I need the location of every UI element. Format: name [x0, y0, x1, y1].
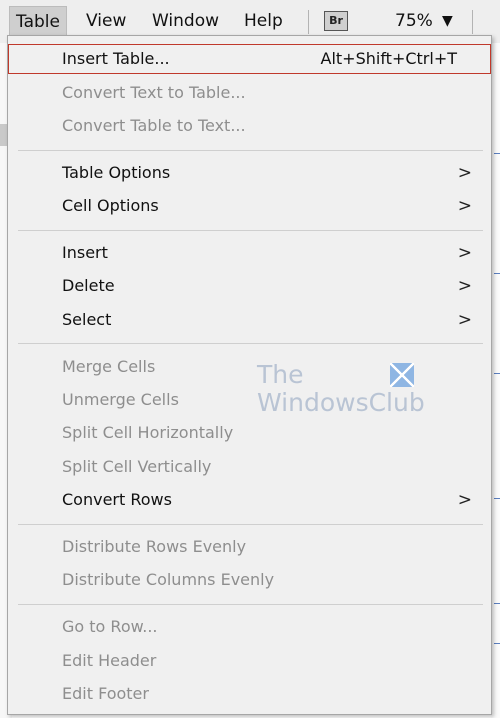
menu-item-label: Insert — [62, 243, 108, 262]
menu-window[interactable]: Window — [146, 6, 225, 36]
menu-item-cell-options[interactable]: Cell Options > — [8, 191, 491, 221]
menu-item-label: Convert Table to Text... — [62, 116, 246, 135]
menu-separator — [18, 150, 483, 151]
chevron-right-icon: > — [457, 243, 472, 263]
menu-item-label: Split Cell Horizontally — [62, 423, 234, 442]
chevron-right-icon: > — [457, 163, 472, 183]
bridge-icon[interactable]: Br — [324, 11, 348, 31]
menu-item-label: Edit Header — [62, 651, 157, 670]
menu-item-label: Table Options — [62, 163, 171, 182]
menu-separator — [18, 230, 483, 231]
menu-item-convert-table-to-text[interactable]: Convert Table to Text... — [8, 111, 491, 141]
menu-item-table-options[interactable]: Table Options > — [8, 158, 491, 188]
menu-item-label: Unmerge Cells — [62, 390, 179, 409]
watermark-line2: WindowsClub — [257, 388, 425, 417]
chevron-right-icon: > — [457, 310, 472, 330]
menu-item-label: Insert Table... — [62, 49, 170, 68]
menu-item-label: Convert Rows — [62, 490, 172, 509]
menu-item-convert-text-to-table[interactable]: Convert Text to Table... — [8, 78, 491, 108]
menu-item-split-cell-vertically[interactable]: Split Cell Vertically — [8, 452, 491, 482]
menu-item-distribute-columns-evenly[interactable]: Distribute Columns Evenly — [8, 565, 491, 595]
menu-item-label: Split Cell Vertically — [62, 457, 212, 476]
menu-item-label: Select — [62, 310, 112, 329]
menu-separator — [18, 524, 483, 525]
menu-help[interactable]: Help — [238, 6, 289, 36]
menu-separator — [18, 343, 483, 344]
menu-item-convert-rows[interactable]: Convert Rows > — [8, 485, 491, 515]
zoom-dropdown-icon[interactable]: ▼ — [442, 6, 453, 36]
menu-item-delete[interactable]: Delete > — [8, 271, 491, 301]
shortcut-label: Alt+Shift+Ctrl+T — [320, 49, 458, 68]
menu-item-label: Delete — [62, 276, 115, 295]
chevron-right-icon: > — [457, 196, 472, 216]
windows-logo-icon — [390, 363, 414, 387]
menu-item-label: Cell Options — [62, 196, 159, 215]
menu-item-label: Convert Text to Table... — [62, 83, 246, 102]
menu-item-go-to-row[interactable]: Go to Row... — [8, 612, 491, 642]
menu-separator — [18, 604, 483, 605]
menu-view[interactable]: View — [80, 6, 132, 36]
menu-item-label: Distribute Rows Evenly — [62, 537, 247, 556]
chevron-right-icon: > — [457, 276, 472, 296]
watermark-line1: The — [257, 360, 304, 389]
menu-item-select[interactable]: Select > — [8, 305, 491, 335]
menu-item-edit-footer[interactable]: Edit Footer — [8, 679, 491, 709]
menu-item-split-cell-horizontally[interactable]: Split Cell Horizontally — [8, 418, 491, 448]
menu-item-distribute-rows-evenly[interactable]: Distribute Rows Evenly — [8, 532, 491, 562]
menu-item-label: Edit Footer — [62, 684, 149, 703]
menu-item-label: Distribute Columns Evenly — [62, 570, 275, 589]
menu-item-insert[interactable]: Insert > — [8, 238, 491, 268]
zoom-level[interactable]: 75% — [395, 6, 433, 36]
watermark: The WindowsClub — [250, 360, 425, 420]
menu-item-label: Merge Cells — [62, 357, 156, 376]
menubar-divider — [308, 10, 309, 34]
menu-table[interactable]: Table — [9, 6, 67, 36]
menu-item-label: Go to Row... — [62, 617, 158, 636]
menubar-divider — [472, 10, 473, 34]
menu-item-insert-table[interactable]: Insert Table... Alt+Shift+Ctrl+T — [8, 44, 491, 74]
chevron-right-icon: > — [457, 490, 472, 510]
document-background-right — [491, 43, 500, 718]
menu-item-edit-header[interactable]: Edit Header — [8, 646, 491, 676]
